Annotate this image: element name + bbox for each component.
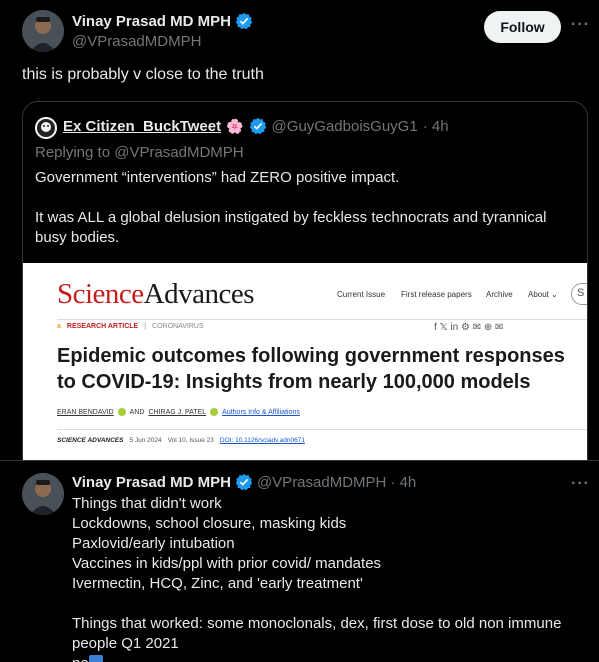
nav-about: About ⌄ [528, 290, 558, 299]
quoted-display-name[interactable]: Ex Citizen_BuckTweet [63, 118, 221, 135]
article-section: a RESEARCH ARTICLE | CORONAVIRUS [57, 323, 204, 330]
share-icons: f 𝕏 in ⚙ ✉ ⊕ ✉ [434, 322, 504, 333]
author-display-name[interactable]: Vinay Prasad MD MPH [72, 13, 231, 30]
author-2: CHIRAG J. PATEL [148, 408, 207, 416]
verified-badge-icon [235, 12, 253, 30]
reply-line: Things that worked: some monoclonals, de… [72, 615, 562, 632]
reply-post[interactable]: Vinay Prasad MD MPH @VPrasadMDMPH · 4h ·… [0, 460, 599, 662]
quoted-text-line: Government “interventions” had ZERO posi… [35, 169, 400, 186]
nav-first-release: First release papers [401, 290, 472, 299]
more-options-icon[interactable]: ··· [571, 475, 590, 493]
verified-badge-icon [249, 117, 266, 135]
reply-handle[interactable]: @VPrasadMDMPH [257, 474, 386, 491]
pub-date: 5 Jun 2024 [129, 437, 162, 444]
quoted-time[interactable]: · 4h [423, 118, 449, 135]
journal-name: SCIENCE ADVANCES [57, 437, 124, 444]
reply-line: Things that didn't work [72, 495, 222, 512]
quoted-name-row: Ex Citizen_BuckTweet 🌸 @GuyGadboisGuyG1 … [63, 117, 449, 135]
orcid-icon [210, 408, 219, 416]
section-label: RESEARCH ARTICLE [66, 323, 139, 330]
orcid-icon [117, 408, 126, 416]
flower-emoji-icon: 🌸 [226, 117, 244, 134]
and-label: AND [129, 408, 145, 416]
reply-line-last: no [72, 654, 592, 662]
nav-archive: Archive [486, 290, 513, 299]
reply-line: Vaccines in kids/ppl with prior covid/ m… [72, 555, 382, 572]
replying-to: Replying to @VPrasadMDMPH [35, 144, 244, 161]
author-handle[interactable]: @VPrasadMDMPH [72, 33, 201, 50]
reply-line: Paxlovid/early intubation [72, 535, 235, 552]
more-options-icon[interactable]: ··· [571, 16, 590, 34]
quoted-handle[interactable]: @GuyGadboisGuyG1 [272, 118, 418, 135]
reply-line: Lockdowns, school closure, masking kids [72, 515, 347, 532]
article-authors: ERAN BENDAVID AND CHIRAG J. PATEL Author… [57, 408, 300, 416]
nav-current-issue: Current Issue [337, 290, 386, 299]
avatar[interactable] [22, 473, 64, 515]
publication-info: SCIENCE ADVANCES 5 Jun 2024 Vol 10, Issu… [57, 437, 305, 444]
reply-line: no [72, 655, 89, 662]
reply-blank-line [72, 594, 592, 614]
author-1: ERAN BENDAVID [57, 408, 114, 416]
article-image[interactable]: ScienceAdvances Current Issue First rele… [23, 263, 587, 480]
open-access-icon: a [57, 323, 61, 330]
article-title: Epidemic outcomes following government r… [57, 345, 565, 393]
section-separator: | [144, 323, 147, 330]
verified-badge-icon [235, 473, 253, 491]
reply-name-row: Vinay Prasad MD MPH @VPrasadMDMPH · 4h [72, 473, 416, 491]
author-name-row: Vinay Prasad MD MPH [72, 12, 253, 30]
pub-doi: DOI: 10.1126/sciadv.adn0671 [219, 437, 305, 444]
quoted-text-line: It was ALL a global delusion instigated … [35, 209, 547, 246]
quoted-text: Government “interventions” had ZERO posi… [35, 168, 575, 248]
reply-line: Ivermectin, HCQ, Zinc, and 'early treatm… [72, 575, 363, 592]
search-icon: S [571, 283, 587, 305]
avatar-image [22, 473, 64, 515]
pub-volume: Vol 10, Issue 23 [167, 437, 214, 444]
authors-info-link: Authors Info & Affiliations [222, 408, 300, 416]
divider [57, 319, 587, 320]
quoted-avatar-image [35, 117, 57, 139]
main-post: Vinay Prasad MD MPH @VPrasadMDMPH Follow… [0, 0, 599, 481]
quoted-avatar[interactable] [35, 117, 57, 139]
quoted-post[interactable]: Ex Citizen_BuckTweet 🌸 @GuyGadboisGuyG1 … [22, 101, 588, 481]
follow-button[interactable]: Follow [484, 11, 561, 43]
avatar-image [22, 10, 64, 52]
reply-display-name[interactable]: Vinay Prasad MD MPH [72, 474, 231, 491]
divider [57, 429, 587, 430]
down-arrow-emoji-icon [88, 655, 103, 662]
post-text: this is probably v close to the truth [22, 66, 264, 83]
reply-text: Things that didn't work Lockdowns, schoo… [72, 494, 592, 662]
avatar[interactable] [22, 10, 64, 52]
science-advances-logo: ScienceAdvances [57, 278, 255, 310]
reply-time[interactable]: · 4h [390, 474, 416, 491]
reply-line: people Q1 2021 [72, 635, 179, 652]
section-topic: CORONAVIRUS [152, 323, 204, 330]
